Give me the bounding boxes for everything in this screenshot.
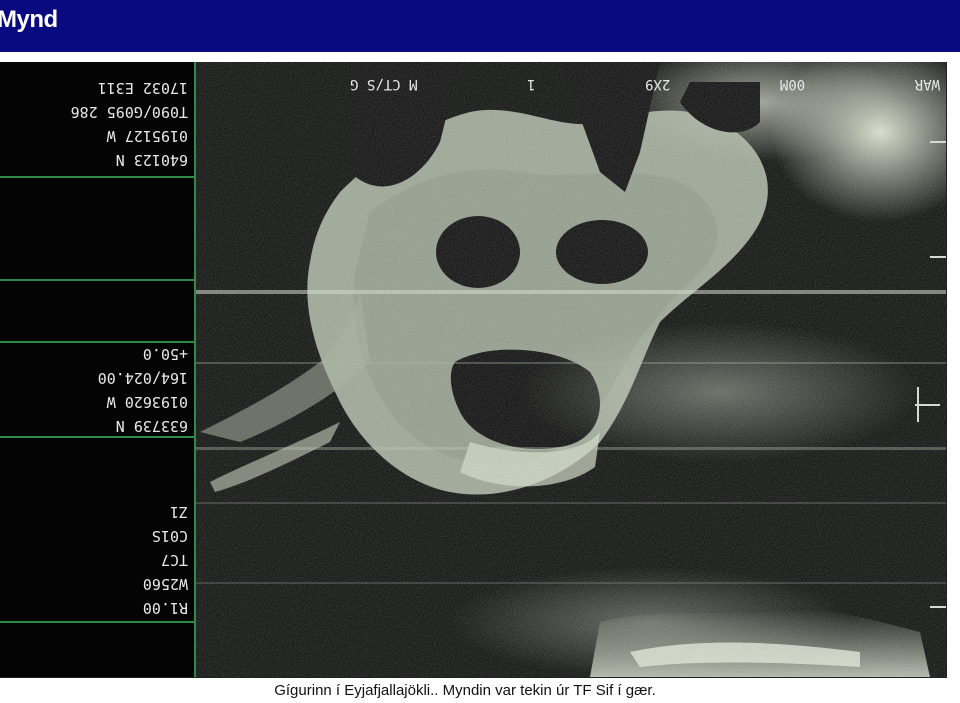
image-caption: Gígurinn í Eyjafjallajökli.. Myndin var … [274, 682, 656, 699]
thermal-image [0, 62, 946, 677]
header-title: Mynd [0, 6, 58, 33]
crater-photo: 640123 N 0195127 W T090/G095 286 17032 E… [0, 62, 947, 678]
page-header: Mynd [0, 0, 960, 52]
